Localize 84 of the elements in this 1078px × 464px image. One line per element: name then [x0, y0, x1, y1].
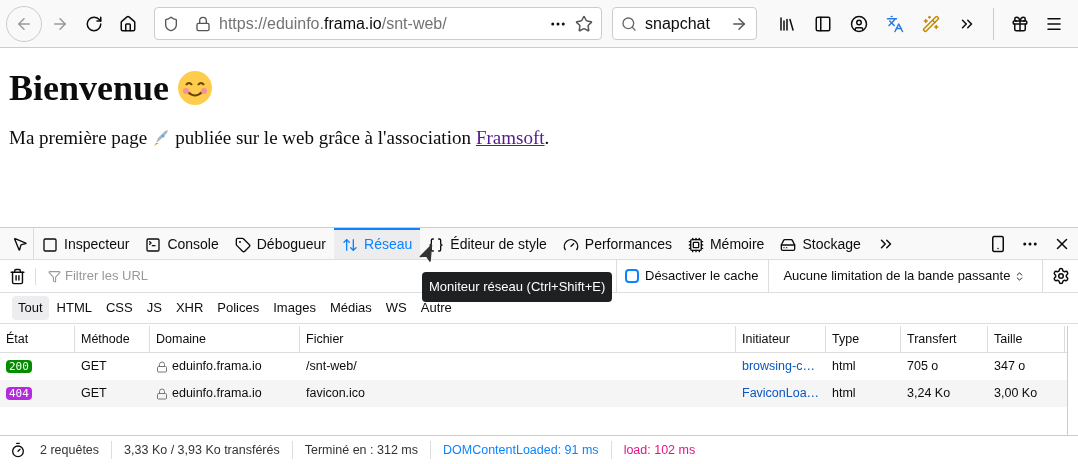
- translate-icon[interactable]: [886, 14, 904, 33]
- sidebar-icon[interactable]: [814, 14, 832, 33]
- smiling-face-icon: [177, 70, 213, 106]
- lock-icon: [156, 360, 168, 373]
- initiator-link[interactable]: FaviconLoa…: [742, 386, 820, 401]
- lock-icon: [156, 387, 168, 400]
- column-header[interactable]: Domaine: [150, 326, 300, 352]
- gift-icon[interactable]: [1011, 14, 1029, 33]
- address-bar[interactable]: https://eduinfo.frama.io/snt-web/: [154, 7, 602, 40]
- column-header[interactable]: État: [0, 326, 75, 352]
- type-filter[interactable]: WS: [379, 296, 413, 320]
- search-icon: [621, 15, 637, 32]
- devtools-tab[interactable]: Inspecteur: [34, 228, 138, 259]
- type-filter[interactable]: Médias: [323, 296, 378, 320]
- type-filter[interactable]: XHR: [169, 296, 210, 320]
- period-text: .: [544, 127, 550, 148]
- wand-icon[interactable]: [922, 14, 940, 33]
- table-cell: 705 o: [907, 359, 939, 374]
- search-field[interactable]: snapchat: [612, 7, 757, 40]
- devtools-tab[interactable]: Stockage: [772, 228, 869, 259]
- column-header[interactable]: Type: [826, 326, 901, 352]
- cache-checkbox[interactable]: [625, 269, 639, 283]
- library-icon[interactable]: [778, 14, 796, 33]
- type-filter[interactable]: Polices: [211, 296, 266, 320]
- url-text: https://eduinfo.frama.io/snt-web/: [219, 13, 447, 34]
- account-icon[interactable]: [850, 14, 868, 33]
- devtools-tab[interactable]: Console: [137, 228, 227, 259]
- search-value: snapchat: [645, 13, 711, 34]
- table-cell: /snt-web/: [306, 359, 357, 374]
- table-cell: GET: [81, 359, 107, 374]
- tag-icon: [234, 236, 251, 253]
- devtools-tab[interactable]: Mémoire: [679, 228, 773, 259]
- initiator-link[interactable]: browsing-c…: [742, 359, 815, 374]
- up-down-arrows-icon: [342, 236, 359, 253]
- column-header[interactable]: Initiateur: [736, 326, 826, 352]
- type-filter[interactable]: HTML: [50, 296, 98, 320]
- throttling-select[interactable]: Aucune limitation de la bande passante: [783, 266, 1026, 286]
- terminal-icon: [145, 236, 162, 253]
- status-text: Terminé en : 312 ms: [291, 440, 430, 460]
- reload-icon[interactable]: [85, 14, 103, 33]
- column-header[interactable]: Transfert: [901, 326, 988, 352]
- home-icon[interactable]: [119, 14, 137, 33]
- status-text: 2 requêtes: [39, 441, 101, 459]
- gauge-icon: [562, 236, 579, 253]
- status-text: DOMContentLoaded: 91 ms: [430, 440, 611, 460]
- type-filter[interactable]: JS: [140, 296, 168, 320]
- table-cell: 3,00 Ko: [994, 386, 1038, 401]
- devtools-tab[interactable]: Débogueur: [226, 228, 335, 259]
- table-cell: 347 o: [994, 359, 1026, 374]
- status-text: load: 102 ms: [610, 440, 708, 460]
- column-header[interactable]: Taille: [988, 326, 1065, 352]
- status-code: 404: [6, 387, 32, 401]
- type-filter[interactable]: Tout: [12, 296, 49, 320]
- table-cell-text: eduinfo.frama.io: [172, 385, 262, 403]
- table-cell: favicon.ico: [306, 386, 366, 401]
- stopwatch-icon: [10, 442, 26, 458]
- status-code: 200: [6, 360, 32, 374]
- cabinet-icon: [780, 236, 797, 253]
- type-filter[interactable]: Images: [267, 296, 322, 320]
- paragraph-text: publiée sur le web grâce à l'association: [175, 126, 471, 150]
- filter-placeholder: Filtrer les URL: [65, 267, 149, 286]
- status-text: 3,33 Ko / 3,93 Ko transférés: [111, 440, 292, 460]
- responsive-icon[interactable]: [989, 235, 1007, 253]
- column-header[interactable]: Méthode: [75, 326, 150, 352]
- star-icon[interactable]: [575, 14, 593, 33]
- framsoft-link[interactable]: Framsoft: [475, 127, 545, 148]
- table-cell-text: eduinfo.frama.io: [172, 358, 262, 376]
- devtools-tab[interactable]: Performances: [554, 228, 680, 259]
- table-cell: 3,24 Ko: [907, 386, 951, 401]
- square-icon: [42, 236, 58, 253]
- shield-icon: [163, 15, 179, 32]
- cache-label: Désactiver le cache: [645, 267, 759, 286]
- column-header[interactable]: Fichier: [300, 326, 736, 352]
- table-cell: GET: [81, 386, 107, 401]
- filter-icon: [48, 269, 61, 283]
- table-cell: html: [832, 386, 856, 401]
- chip-icon: [687, 236, 704, 253]
- rocket-icon: [152, 129, 171, 148]
- type-filter[interactable]: CSS: [99, 296, 139, 320]
- table-cell: html: [832, 359, 856, 374]
- lock-icon: [195, 15, 211, 32]
- paragraph-text: Ma première page: [9, 126, 148, 150]
- tooltip: Moniteur réseau (Ctrl+Shift+E): [422, 272, 613, 302]
- page-heading: Bienvenue: [9, 70, 169, 106]
